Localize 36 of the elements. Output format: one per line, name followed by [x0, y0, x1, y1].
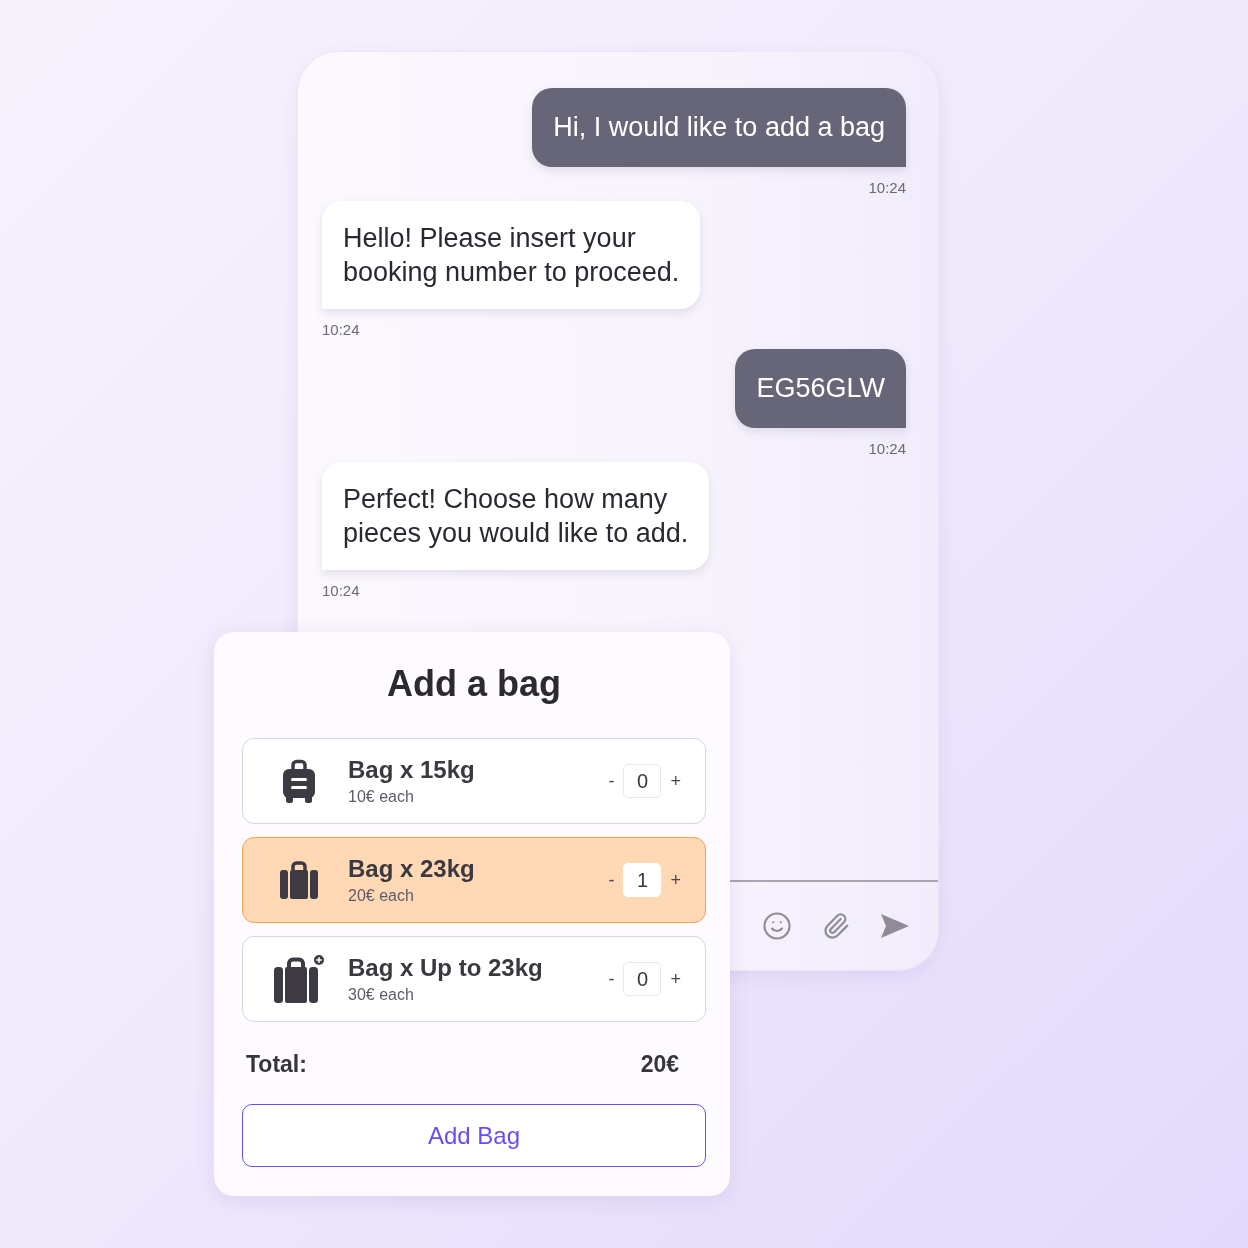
message-time: 10:24 — [322, 321, 360, 339]
suitcase-icon — [280, 861, 318, 899]
message-time: 10:24 — [868, 440, 906, 458]
total-label: Total: — [246, 1050, 307, 1078]
paperclip-icon[interactable] — [822, 912, 850, 940]
increment-button[interactable]: + — [668, 969, 683, 989]
quantity-field[interactable]: 1 — [623, 863, 662, 897]
bag-name: Bag x 15kg — [348, 756, 476, 784]
suitcase-plus-icon — [274, 955, 324, 1003]
bag-option[interactable]: Bag x 23kg 20€ each - 1 + — [242, 837, 706, 923]
total-value: 20€ — [640, 1050, 679, 1078]
quantity-field[interactable]: 0 — [623, 962, 662, 996]
received-message-bubble: Perfect! Choose how many pieces you would like to add. — [322, 462, 710, 570]
message-time: 10:24 — [322, 582, 360, 600]
bag-option[interactable]: Bag x 15kg 10€ each - 0 + — [242, 738, 706, 824]
bag-name: Bag x Up to 23kg — [348, 954, 544, 982]
decrement-button[interactable]: - — [606, 771, 617, 791]
bag-price: 30€ each — [348, 985, 415, 1004]
message-time: 10:24 — [868, 179, 906, 197]
trolley-suitcase-icon — [281, 759, 317, 803]
sent-message-bubble: Hi, I would like to add a bag — [532, 88, 906, 167]
decrement-button[interactable]: - — [606, 870, 617, 890]
bag-name: Bag x 23kg — [348, 855, 476, 883]
bag-price: 10€ each — [348, 787, 415, 806]
received-message-bubble: Hello! Please insert your booking number to proceed. — [322, 201, 701, 309]
decrement-button[interactable]: - — [606, 969, 617, 989]
quantity-field[interactable]: 0 — [623, 764, 662, 798]
increment-button[interactable]: + — [668, 870, 683, 890]
bag-option[interactable]: Bag x Up to 23kg 30€ each - 0 + — [242, 936, 706, 1022]
card-title: Add a bag — [387, 662, 561, 706]
sent-message-bubble: EG56GLW — [735, 349, 906, 428]
increment-button[interactable]: + — [668, 771, 683, 791]
emoji-icon[interactable] — [762, 911, 792, 941]
add-bag-button[interactable]: Add Bag — [242, 1104, 706, 1167]
bag-price: 20€ each — [348, 886, 415, 905]
send-icon[interactable] — [880, 913, 910, 939]
